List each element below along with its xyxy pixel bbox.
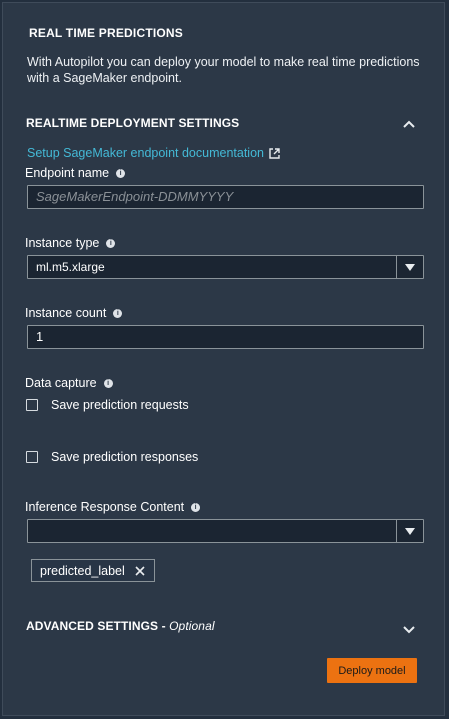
chevron-up-icon <box>403 120 415 128</box>
endpoint-name-label: Endpoint name i <box>25 166 126 180</box>
token-label: predicted_label <box>40 563 125 578</box>
doc-link-text: Setup SageMaker endpoint documentation <box>27 146 264 160</box>
instance-type-label-text: Instance type <box>25 236 100 250</box>
data-capture-label-text: Data capture <box>25 376 97 390</box>
endpoint-name-placeholder: SageMakerEndpoint-DDMMYYYY <box>36 189 234 204</box>
save-responses-option[interactable]: Save prediction responses <box>26 450 198 464</box>
collapse-section-button[interactable] <box>400 116 418 139</box>
advanced-settings-title[interactable]: ADVANCED SETTINGS - Optional <box>26 619 215 633</box>
advanced-settings-label: ADVANCED SETTINGS <box>26 619 159 633</box>
save-responses-label: Save prediction responses <box>51 450 199 464</box>
instance-count-label: Instance count i <box>25 306 123 320</box>
endpoint-name-label-text: Endpoint name <box>25 166 110 180</box>
info-icon[interactable]: i <box>103 378 113 388</box>
info-icon[interactable]: i <box>116 168 126 178</box>
chevron-down-icon <box>403 626 415 634</box>
info-icon[interactable]: i <box>191 502 201 512</box>
data-capture-label: Data capture i <box>25 376 113 390</box>
instance-count-input[interactable]: 1 <box>27 325 424 349</box>
info-icon[interactable]: i <box>106 238 116 248</box>
deploy-model-button[interactable]: Deploy model <box>327 658 417 683</box>
save-requests-checkbox[interactable] <box>26 399 38 411</box>
instance-type-value: ml.m5.xlarge <box>36 260 105 274</box>
advanced-settings-separator: - <box>158 619 170 633</box>
save-responses-checkbox[interactable] <box>26 451 38 463</box>
save-requests-label: Save prediction requests <box>51 398 189 412</box>
instance-type-label: Instance type i <box>25 236 116 250</box>
inference-content-label-text: Inference Response Content <box>25 500 185 514</box>
predicted-label-token: predicted_label <box>31 559 155 582</box>
instance-count-value: 1 <box>36 329 44 344</box>
panel-description: With Autopilot you can deploy your model… <box>27 55 420 85</box>
deployment-section-title: REALTIME DEPLOYMENT SETTINGS <box>26 116 240 130</box>
caret-down-icon <box>405 527 415 535</box>
inference-content-select[interactable] <box>27 519 424 543</box>
inference-content-label: Inference Response Content i <box>25 500 201 514</box>
expand-advanced-button[interactable] <box>400 620 418 643</box>
save-requests-option[interactable]: Save prediction requests <box>26 398 189 412</box>
real-time-predictions-panel: REAL TIME PREDICTIONS With Autopilot you… <box>2 2 445 716</box>
caret-down-icon <box>405 263 415 271</box>
optional-label: Optional <box>169 619 215 633</box>
info-icon[interactable]: i <box>113 308 123 318</box>
panel-title: REAL TIME PREDICTIONS <box>29 26 183 40</box>
external-link-icon <box>269 147 280 159</box>
instance-type-select[interactable]: ml.m5.xlarge <box>27 255 424 279</box>
close-icon[interactable] <box>135 565 145 576</box>
endpoint-name-input[interactable]: SageMakerEndpoint-DDMMYYYY <box>27 185 424 209</box>
dropdown-button[interactable] <box>396 256 423 278</box>
doc-link[interactable]: Setup SageMaker endpoint documentation <box>27 146 281 160</box>
instance-count-label-text: Instance count <box>25 306 107 320</box>
dropdown-button[interactable] <box>396 520 423 542</box>
